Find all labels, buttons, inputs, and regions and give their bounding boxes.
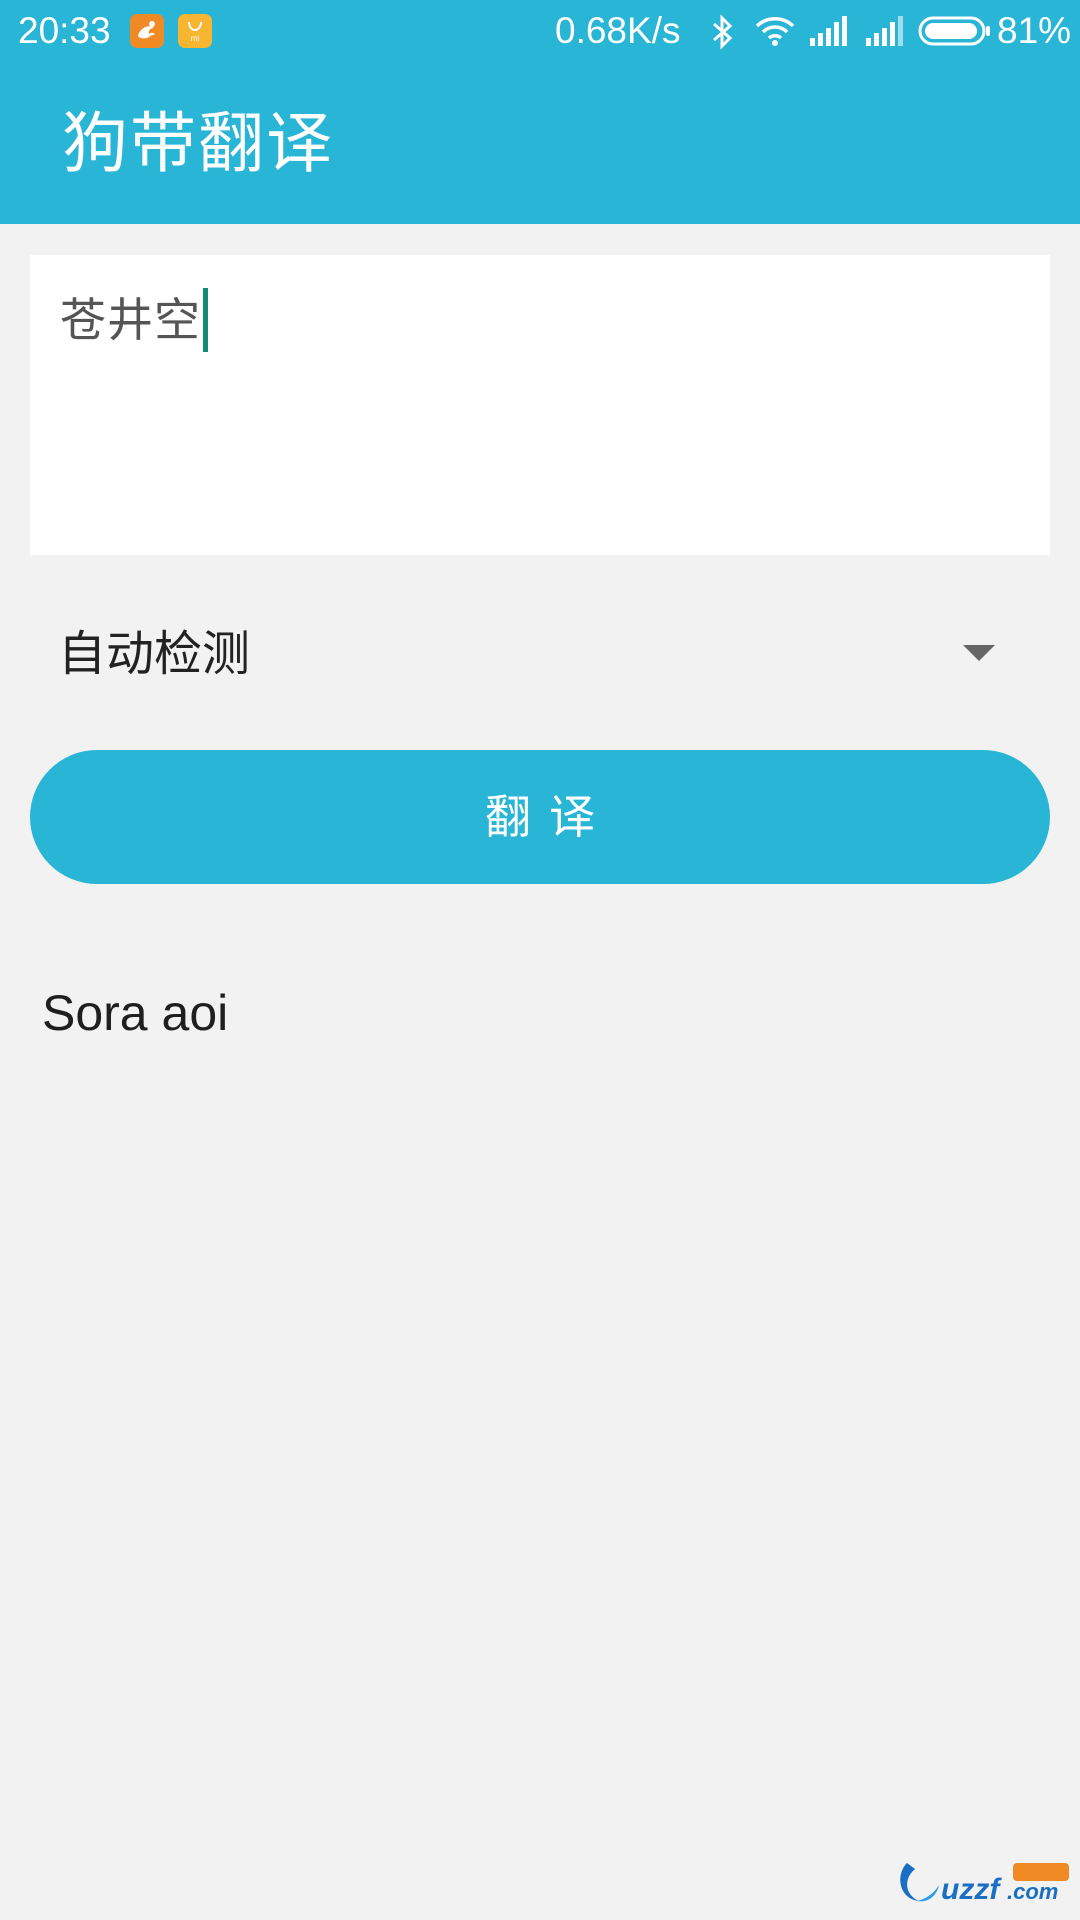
svg-text:uzzf: uzzf (941, 1873, 1002, 1906)
mi-store-icon: mi (178, 14, 212, 48)
app-title: 狗带翻译 (62, 105, 334, 182)
translate-button[interactable]: 翻译 (30, 750, 1050, 884)
svg-text:mi: mi (191, 34, 200, 43)
translation-result: Sora aoi (42, 985, 229, 1041)
text-caret (203, 287, 208, 352)
wifi-icon (755, 17, 795, 46)
language-select[interactable]: 自动检测 (30, 600, 1050, 710)
battery-icon (918, 16, 990, 46)
input-value: 苍井空 (60, 293, 201, 347)
status-bar: 20:33 mi 0.68K/s 81% (0, 0, 1080, 62)
uc-browser-icon (130, 14, 164, 48)
top-bar: 20:33 mi 0.68K/s 81% 狗带翻译 (0, 0, 1080, 224)
language-select-value: 自动检测 (58, 626, 251, 682)
battery-percent: 81% (997, 10, 1072, 51)
network-speed: 0.68K/s (555, 10, 681, 51)
status-time: 20:33 (18, 10, 111, 51)
svg-text:.com: .com (1007, 1879, 1058, 1904)
signal-icon (810, 16, 847, 46)
bluetooth-icon (713, 14, 733, 50)
uzzf-watermark-logo: uzzf .com (900, 1863, 1069, 1906)
dropdown-arrow-icon[interactable] (963, 645, 995, 661)
source-text-input[interactable]: 苍井空 (30, 255, 1050, 555)
source-text-value[interactable]: 苍井空 (60, 287, 208, 356)
signal-icon (866, 16, 903, 46)
